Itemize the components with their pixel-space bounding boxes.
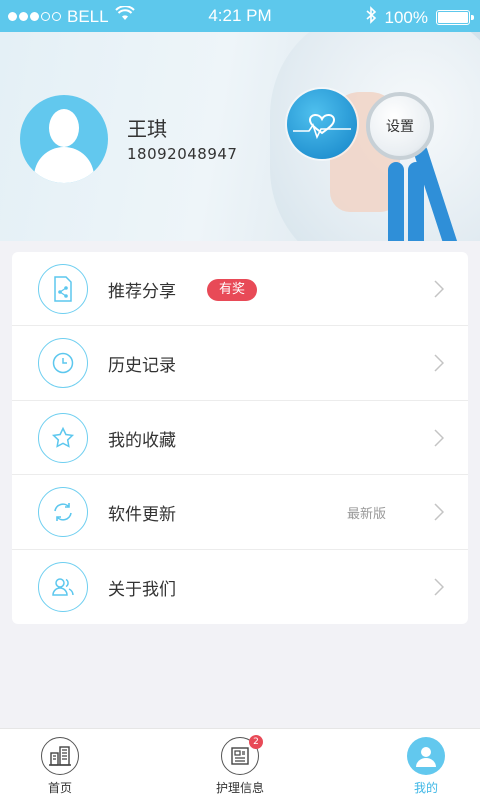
profile-header: 王琪 18092048947 设置 <box>0 32 480 241</box>
menu-list: 推荐分享 有奖 历史记录 我的收藏 软件更新 最新版 关于我们 <box>12 252 468 624</box>
menu-item-favorites[interactable]: 我的收藏 <box>12 401 468 476</box>
star-icon <box>38 412 88 463</box>
clock-icon <box>38 338 88 389</box>
stethoscope-tube <box>388 162 404 241</box>
avatar[interactable] <box>20 95 108 183</box>
tab-label: 首页 <box>47 781 72 795</box>
menu-label: 我的收藏 <box>108 430 176 451</box>
menu-item-about[interactable]: 关于我们 <box>12 550 468 624</box>
tab-home[interactable]: 首页 <box>0 729 120 800</box>
settings-button[interactable]: 设置 <box>366 92 434 160</box>
tab-bar: 首页 2 护理信息 我的 <box>0 728 480 800</box>
battery-fill <box>438 12 468 23</box>
menu-label: 软件更新 <box>108 505 176 526</box>
menu-label: 推荐分享 <box>108 282 176 302</box>
user-icon <box>407 737 445 775</box>
tab-mine[interactable]: 我的 <box>366 729 480 800</box>
menu-item-history[interactable]: 历史记录 <box>12 326 468 401</box>
battery-icon <box>436 10 474 25</box>
share-document-icon <box>38 264 88 314</box>
status-bar: BELL 4:21 PM 100% <box>0 0 480 32</box>
chevron-right-icon <box>434 429 445 451</box>
settings-label: 设置 <box>386 119 414 135</box>
status-right: 100% <box>365 6 474 29</box>
battery-percent: 100% <box>384 7 428 27</box>
version-status: 最新版 <box>346 507 386 523</box>
user-phone: 18092048947 <box>127 145 238 163</box>
heart-pulse-icon <box>287 89 357 159</box>
menu-label: 关于我们 <box>108 579 176 600</box>
menu-item-update[interactable]: 软件更新 最新版 <box>12 475 468 550</box>
chevron-right-icon <box>434 354 445 376</box>
award-badge: 有奖 <box>207 279 258 301</box>
tab-nursing-info[interactable]: 2 护理信息 <box>180 729 300 800</box>
menu-label: 历史记录 <box>108 356 176 377</box>
chevron-right-icon <box>434 578 445 600</box>
refresh-icon <box>38 487 88 538</box>
bluetooth-icon <box>365 6 377 29</box>
users-icon <box>38 561 88 612</box>
notification-badge: 2 <box>249 735 263 749</box>
menu-item-share[interactable]: 推荐分享 有奖 <box>12 252 468 327</box>
building-icon <box>41 737 79 775</box>
chevron-right-icon <box>434 503 445 525</box>
user-name: 王琪 <box>127 117 167 141</box>
tab-label: 护理信息 <box>215 781 264 795</box>
tab-label: 我的 <box>413 781 438 795</box>
chevron-right-icon <box>434 280 445 302</box>
